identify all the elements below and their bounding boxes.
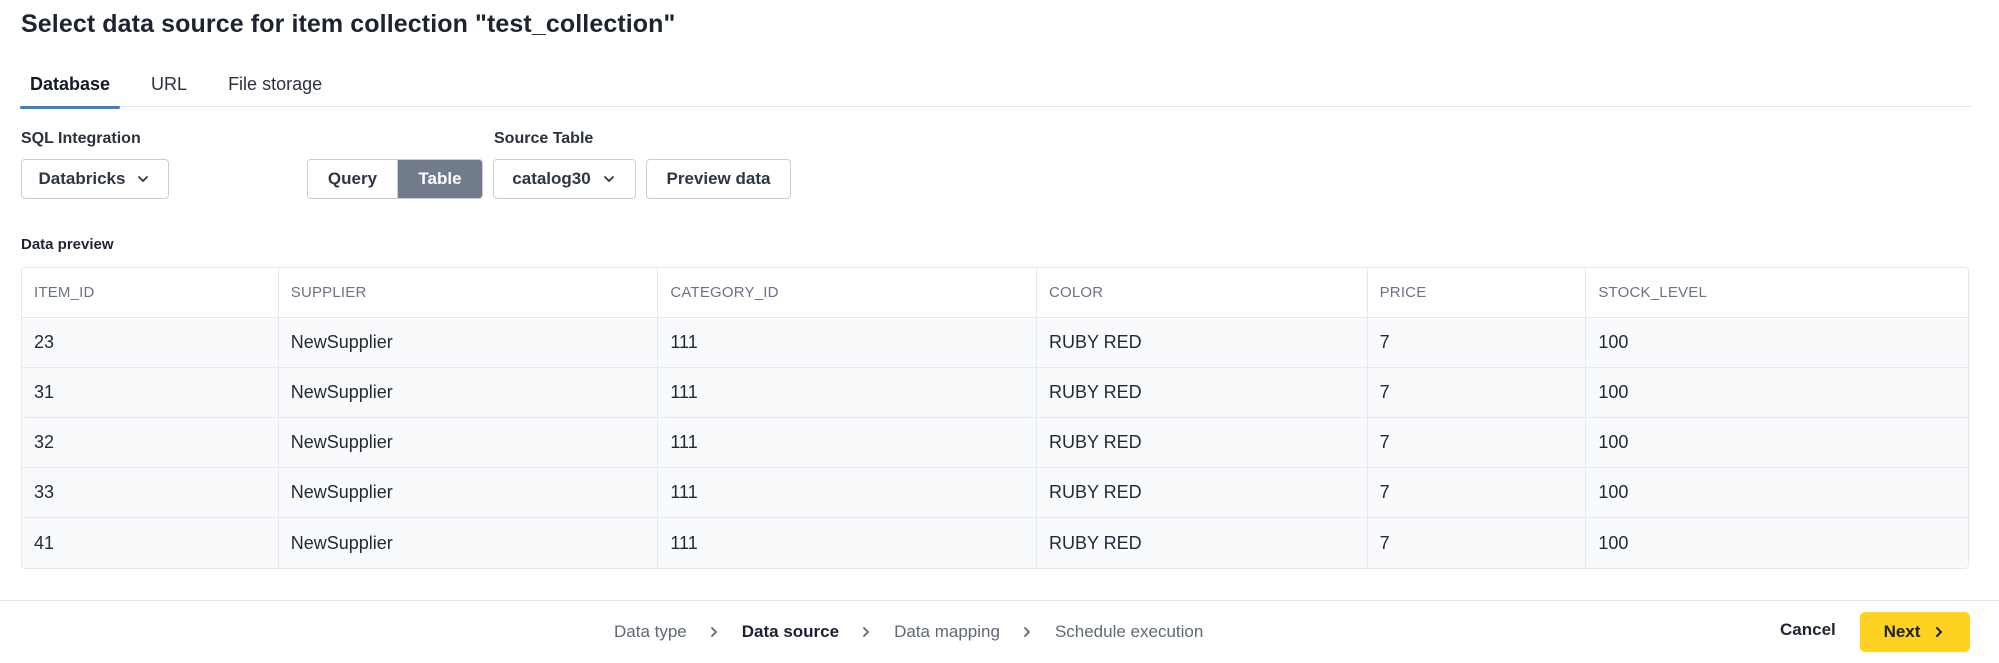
table-cell: 7	[1367, 468, 1587, 518]
chevron-down-icon	[601, 171, 617, 187]
step-data-type[interactable]: Data type	[614, 622, 687, 642]
data-preview-table: ITEM_ID SUPPLIER CATEGORY_ID COLOR PRICE…	[21, 267, 1969, 569]
tab-file-storage[interactable]: File storage	[218, 70, 332, 107]
query-table-toggle: Query Table	[307, 159, 483, 199]
table-cell: RUBY RED	[1036, 518, 1368, 568]
next-button[interactable]: Next	[1860, 612, 1970, 652]
table-row: 31 NewSupplier 111 RUBY RED 7 100	[22, 368, 1968, 418]
table-cell: 7	[1367, 518, 1587, 568]
table-cell: NewSupplier	[278, 318, 659, 368]
column-header-supplier: SUPPLIER	[278, 268, 659, 318]
table-cell: RUBY RED	[1036, 368, 1368, 418]
source-table-select[interactable]: catalog30	[493, 159, 636, 199]
column-header-color: COLOR	[1036, 268, 1368, 318]
table-mode-button[interactable]: Table	[398, 160, 482, 198]
table-cell: RUBY RED	[1036, 318, 1368, 368]
column-header-price: PRICE	[1367, 268, 1587, 318]
chevron-down-icon	[135, 171, 151, 187]
table-cell: NewSupplier	[278, 418, 659, 468]
column-header-category-id: CATEGORY_ID	[658, 268, 1037, 318]
table-cell: NewSupplier	[278, 368, 659, 418]
tab-database[interactable]: Database	[20, 70, 121, 109]
table-cell: 111	[658, 318, 1037, 368]
step-data-source[interactable]: Data source	[742, 622, 839, 642]
query-mode-button[interactable]: Query	[308, 160, 398, 198]
chevron-right-icon	[1020, 625, 1034, 639]
table-row: 33 NewSupplier 111 RUBY RED 7 100	[22, 468, 1968, 518]
table-header-row: ITEM_ID SUPPLIER CATEGORY_ID COLOR PRICE…	[22, 268, 1968, 318]
dialog-footer: Data type Data source Data mapping Sched…	[0, 600, 1999, 663]
wizard-steps: Data type Data source Data mapping Sched…	[614, 622, 1203, 642]
table-row: 23 NewSupplier 111 RUBY RED 7 100	[22, 318, 1968, 368]
table-row: 41 NewSupplier 111 RUBY RED 7 100	[22, 518, 1968, 568]
sql-integration-value: Databricks	[38, 169, 126, 188]
table-cell: 41	[22, 518, 279, 568]
table-cell: 23	[22, 318, 279, 368]
chevron-right-icon	[859, 625, 873, 639]
table-cell: 33	[22, 468, 279, 518]
source-table-value: catalog30	[512, 169, 591, 188]
table-row: 32 NewSupplier 111 RUBY RED 7 100	[22, 418, 1968, 468]
tab-url[interactable]: URL	[141, 70, 197, 107]
dialog-title: Select data source for item collection "…	[21, 10, 676, 38]
table-cell: 100	[1586, 368, 1968, 418]
table-cell: 7	[1367, 418, 1587, 468]
next-button-label: Next	[1883, 622, 1921, 641]
table-cell: 7	[1367, 318, 1587, 368]
column-header-item-id: ITEM_ID	[22, 268, 279, 318]
chevron-right-icon	[707, 625, 721, 639]
sql-integration-select[interactable]: Databricks	[21, 159, 169, 199]
table-cell: 111	[658, 418, 1037, 468]
chevron-right-icon	[1932, 625, 1946, 639]
table-cell: 100	[1586, 418, 1968, 468]
table-cell: 7	[1367, 368, 1587, 418]
table-cell: 31	[22, 368, 279, 418]
table-cell: 100	[1586, 318, 1968, 368]
source-tabs: Database URL File storage	[20, 70, 1972, 109]
table-cell: RUBY RED	[1036, 468, 1368, 518]
table-cell: NewSupplier	[278, 468, 659, 518]
sql-integration-label: SQL Integration	[21, 130, 141, 147]
table-cell: 111	[658, 518, 1037, 568]
table-cell: 32	[22, 418, 279, 468]
table-cell: 100	[1586, 468, 1968, 518]
cancel-button[interactable]: Cancel	[1780, 620, 1836, 640]
data-preview-label: Data preview	[21, 236, 114, 253]
table-cell: NewSupplier	[278, 518, 659, 568]
table-cell: 111	[658, 468, 1037, 518]
table-cell: RUBY RED	[1036, 418, 1368, 468]
step-data-mapping[interactable]: Data mapping	[894, 622, 1000, 642]
table-cell: 100	[1586, 518, 1968, 568]
source-table-label: Source Table	[494, 130, 594, 147]
table-cell: 111	[658, 368, 1037, 418]
preview-data-button[interactable]: Preview data	[646, 159, 791, 199]
step-schedule-execution[interactable]: Schedule execution	[1055, 622, 1203, 642]
column-header-stock-level: STOCK_LEVEL	[1586, 268, 1968, 318]
